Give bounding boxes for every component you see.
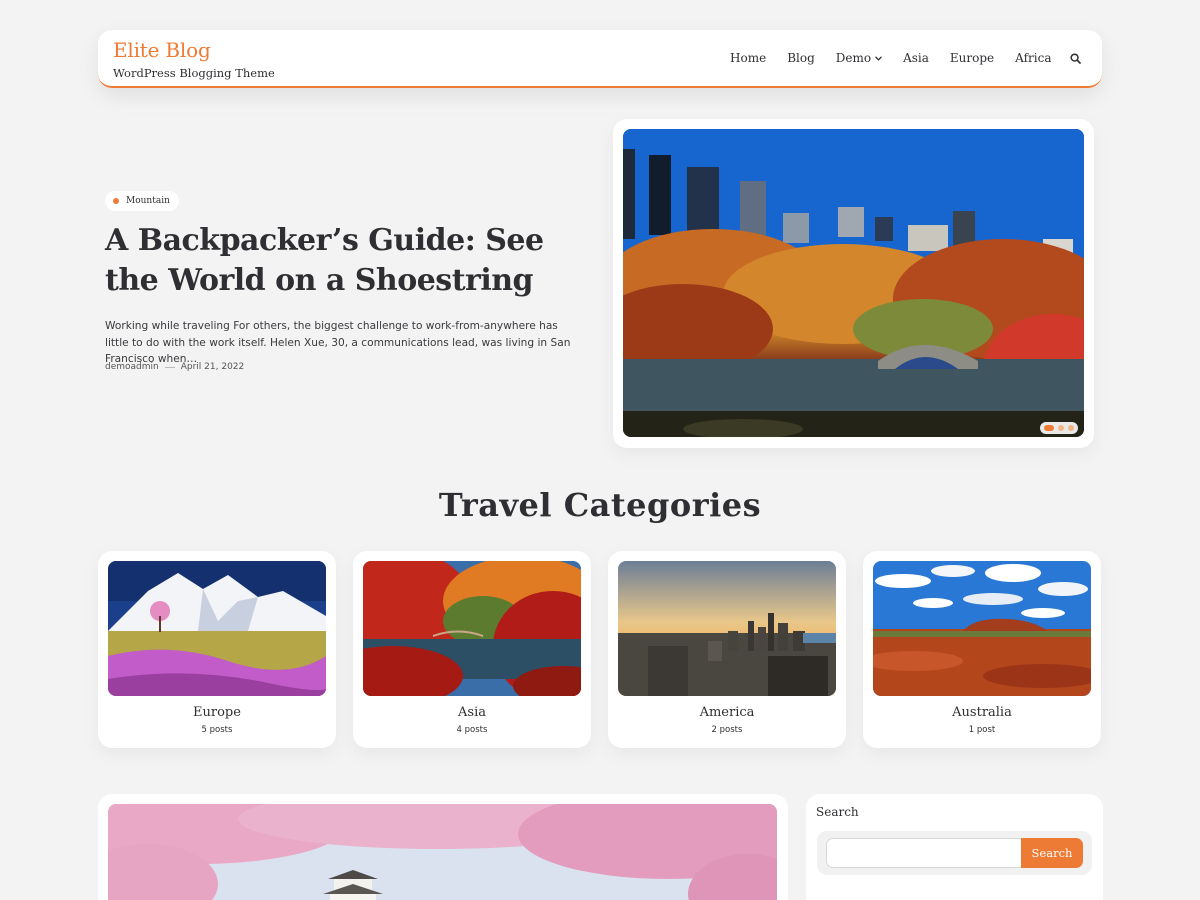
post-author[interactable]: demoadmin — [105, 362, 159, 372]
hero-featured-image[interactable] — [623, 129, 1084, 437]
slider-pagination — [1040, 422, 1078, 434]
widget-title: Search — [816, 805, 859, 819]
search-widget: Search Search — [806, 794, 1103, 900]
hero-post-title[interactable]: A Backpacker’s Guide: See the World on a… — [105, 221, 575, 301]
nav-item-asia[interactable]: Asia — [893, 51, 940, 65]
badge-dot-icon — [113, 198, 119, 204]
category-name[interactable]: Australia — [873, 705, 1091, 720]
hero-excerpt: Working while traveling For others, the … — [105, 320, 571, 365]
category-card-asia[interactable]: Asia 4 posts — [353, 551, 591, 748]
post-card — [98, 794, 788, 900]
nav-item-home[interactable]: Home — [720, 51, 777, 65]
category-image[interactable] — [108, 561, 326, 696]
site-tagline: WordPress Blogging Theme — [113, 66, 275, 80]
category-post-count: 2 posts — [711, 725, 743, 735]
category-name[interactable]: Asia — [363, 705, 581, 720]
category-post-count: 4 posts — [456, 725, 488, 735]
post-meta: demoadmin April 21, 2022 — [105, 362, 244, 372]
search-form: Search — [817, 831, 1092, 875]
category-post-count: 1 post — [968, 725, 996, 735]
search-button[interactable]: Search — [1021, 838, 1083, 868]
main-nav: Home Blog Demo Asia Europe Africa — [720, 30, 1088, 86]
category-image[interactable] — [873, 561, 1091, 696]
nav-item-demo[interactable]: Demo — [825, 51, 892, 65]
section-title: Travel Categories — [438, 486, 762, 524]
meta-separator — [164, 366, 175, 368]
post-date[interactable]: April 21, 2022 — [181, 362, 245, 372]
category-name[interactable]: America — [618, 705, 836, 720]
category-card-europe[interactable]: Europe 5 posts — [98, 551, 336, 748]
site-header: Elite Blog WordPress Blogging Theme Home… — [98, 30, 1102, 88]
category-badge[interactable]: Mountain — [105, 191, 179, 211]
category-card-america[interactable]: America 2 posts — [608, 551, 846, 748]
nav-item-africa[interactable]: Africa — [1005, 51, 1062, 65]
nav-item-blog[interactable]: Blog — [777, 51, 826, 65]
site-title[interactable]: Elite Blog — [113, 38, 211, 62]
category-card-australia[interactable]: Australia 1 post — [863, 551, 1101, 748]
slider-dot[interactable] — [1044, 425, 1054, 431]
slider-dot[interactable] — [1068, 425, 1074, 431]
category-name[interactable]: Europe — [108, 705, 326, 720]
category-image[interactable] — [363, 561, 581, 696]
search-input[interactable] — [826, 838, 1023, 868]
slider-dot[interactable] — [1058, 425, 1064, 431]
category-post-count: 5 posts — [201, 725, 233, 735]
hero-image-card — [613, 119, 1094, 448]
search-icon[interactable] — [1062, 45, 1088, 71]
chevron-down-icon — [875, 54, 883, 63]
nav-item-demo-label: Demo — [835, 51, 872, 65]
category-image[interactable] — [618, 561, 836, 696]
post-featured-image[interactable] — [108, 804, 777, 900]
nav-item-europe[interactable]: Europe — [939, 51, 1004, 65]
category-badge-label: Mountain — [126, 196, 170, 206]
